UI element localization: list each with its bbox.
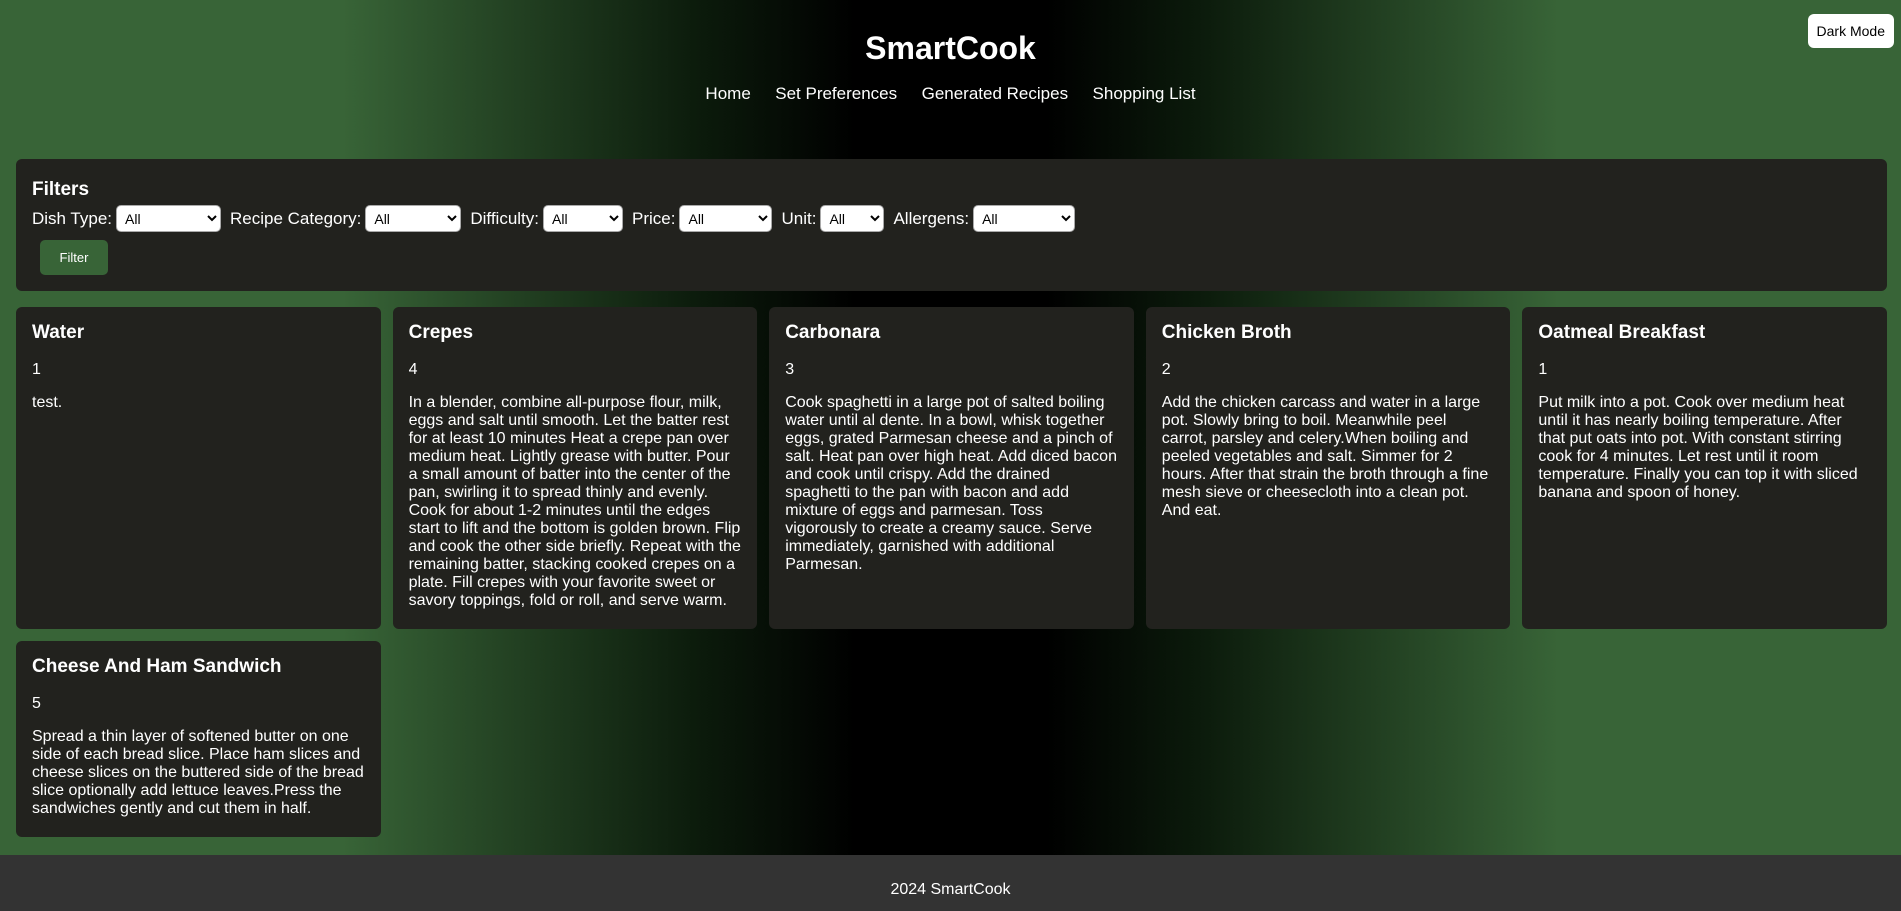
recipe-card[interactable]: Chicken Broth 2 Add the chicken carcass …	[1145, 307, 1511, 629]
nav-set-preferences-link[interactable]: Set Preferences	[775, 84, 897, 103]
recipe-card[interactable]: Cheese And Ham Sandwich 5 Spread a thin …	[16, 641, 381, 837]
site-footer: 2024 SmartCook	[0, 855, 1901, 911]
allergens-select[interactable]: All	[973, 205, 1076, 232]
difficulty-filter: Difficulty: All	[470, 205, 624, 232]
recipe-title: Water	[32, 322, 85, 343]
recipe-description: Spread a thin layer of softened butter o…	[32, 728, 364, 817]
recipe-title: Oatmeal Breakfast	[1538, 322, 1706, 343]
recipe-card[interactable]: Oatmeal Breakfast 1 Put milk into a pot.…	[1522, 307, 1887, 629]
main-nav: Home Set Preferences Generated Recipes S…	[0, 84, 1901, 104]
difficulty-select[interactable]: All	[543, 205, 624, 232]
nav-generated-recipes-link[interactable]: Generated Recipes	[922, 84, 1068, 103]
unit-filter: Unit: All	[781, 205, 885, 232]
allergens-filter: Allergens: All	[893, 205, 1076, 232]
dish-type-select[interactable]: All	[116, 205, 222, 232]
recipe-card[interactable]: Crepes 4 In a blender, combine all-purpo…	[392, 307, 758, 629]
recipe-description: Cook spaghetti in a large pot of salted …	[785, 394, 1117, 573]
dish-type-filter: Dish Type: All	[32, 205, 222, 232]
recipe-card[interactable]: Carbonara 3 Cook spaghetti in a large po…	[769, 307, 1134, 629]
recipe-description: test.	[32, 394, 63, 411]
recipe-description: Add the chicken carcass and water in a l…	[1161, 394, 1489, 519]
filter-button[interactable]: Filter	[40, 240, 108, 275]
recipe-description: In a blender, combine all-purpose flour,…	[408, 394, 741, 609]
filters-panel: Filters Dish Type: All Recipe Category: …	[16, 159, 1887, 291]
recipe-difficulty: 1	[32, 361, 41, 378]
allergens-label: Allergens:	[893, 208, 970, 228]
recipe-title: Carbonara	[785, 322, 881, 343]
recipe-difficulty: 5	[32, 695, 41, 712]
unit-select[interactable]: All	[820, 205, 885, 232]
price-label: Price:	[632, 208, 676, 228]
footer-text: 2024 SmartCook	[890, 881, 1011, 898]
price-filter: Price: All	[632, 205, 773, 232]
recipe-category-filter: Recipe Category: All	[230, 205, 462, 232]
unit-label: Unit:	[781, 208, 817, 228]
recipe-grid: Water 1 test. Crepes 4 In a blender, com…	[16, 307, 1887, 837]
recipe-card[interactable]: Water 1 test.	[16, 307, 381, 629]
recipe-difficulty: 4	[408, 361, 418, 378]
recipe-difficulty: 3	[785, 361, 795, 378]
recipe-description: Put milk into a pot. Cook over medium he…	[1538, 394, 1858, 501]
filter-row: Dish Type: All Recipe Category: All Diff…	[32, 205, 1871, 232]
filters-title: Filters	[32, 179, 90, 200]
recipe-title: Crepes	[408, 322, 474, 343]
recipe-title: Chicken Broth	[1161, 322, 1292, 343]
site-title: SmartCook	[865, 30, 1036, 66]
recipe-category-label: Recipe Category:	[230, 208, 362, 228]
recipe-difficulty: 2	[1161, 361, 1171, 378]
recipe-title: Cheese And Ham Sandwich	[32, 656, 282, 677]
price-select[interactable]: All	[679, 205, 773, 232]
recipe-category-select[interactable]: All	[365, 205, 462, 232]
recipe-difficulty: 1	[1538, 361, 1548, 378]
site-header: SmartCook Home Set Preferences Generated…	[0, 0, 1901, 130]
difficulty-label: Difficulty:	[470, 208, 540, 228]
nav-home-link[interactable]: Home	[705, 84, 750, 103]
dark-mode-button[interactable]: Dark Mode	[1807, 14, 1894, 48]
nav-shopping-list-link[interactable]: Shopping List	[1093, 84, 1196, 103]
dish-type-label: Dish Type:	[32, 208, 113, 228]
